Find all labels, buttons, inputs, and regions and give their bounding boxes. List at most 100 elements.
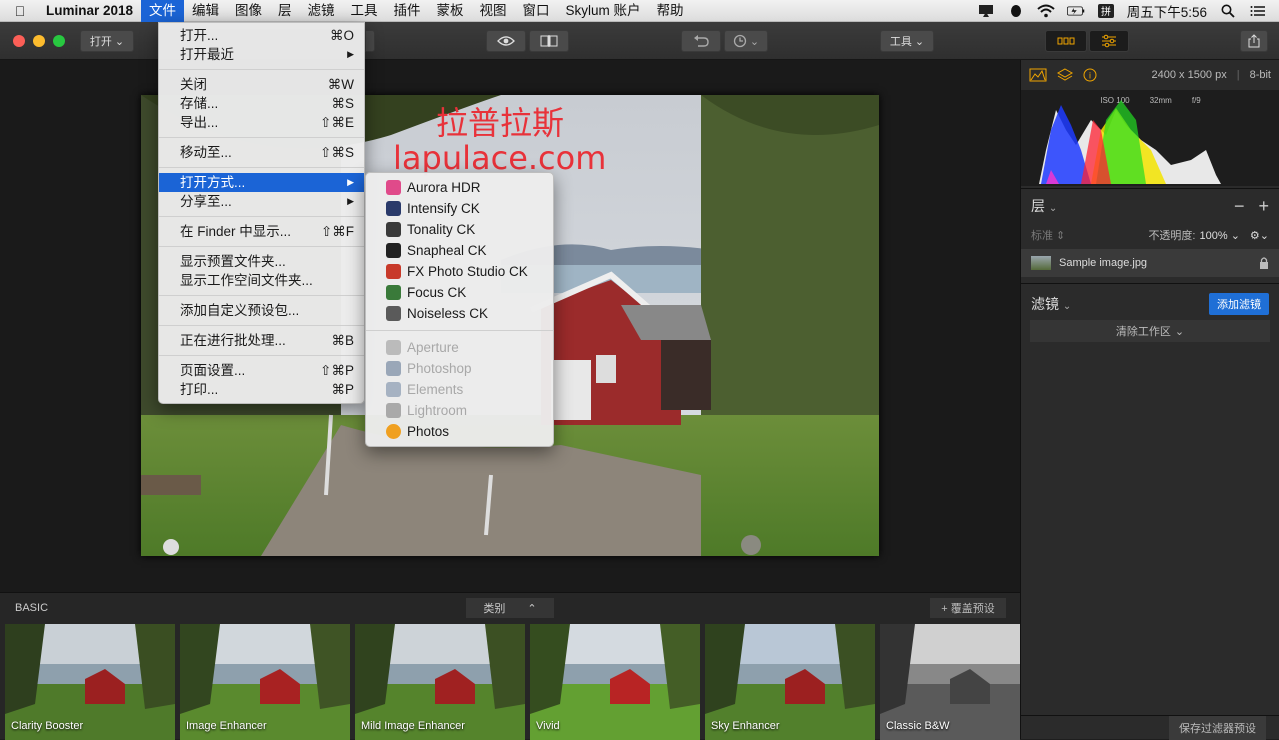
zoom-window-button[interactable] [53,35,65,47]
menu-window[interactable]: 窗口 [515,0,558,22]
minimize-window-button[interactable] [33,35,45,47]
menu-separator [159,69,364,70]
clock[interactable]: 周五下午5:56 [1127,1,1207,21]
battery-icon[interactable] [1066,4,1085,18]
menu-separator [159,216,364,217]
open-with-photoshop: Photoshop [366,358,553,379]
open-with-intensify[interactable]: Intensify CK [366,198,553,219]
open-with-photos[interactable]: Photos [366,421,553,442]
layers-title-button[interactable]: 层 ⌄ [1031,196,1057,216]
menu-item-share-to[interactable]: 分享至... ▶ [159,192,364,211]
filters-title-button[interactable]: 滤镜 ⌄ [1031,294,1071,314]
chevron-down-icon: ⌄ [114,35,125,48]
preset-thumbnail[interactable]: Mild Image Enhancer [355,624,525,740]
open-with-tonality[interactable]: Tonality CK [366,219,553,240]
bit-depth: 8-bit [1249,69,1271,81]
menu-mask[interactable]: 蒙板 [429,0,472,22]
menu-item-label: 导出... [180,115,219,130]
menu-item-label: 存储... [180,96,219,111]
notification-center-icon[interactable] [1249,4,1267,18]
menu-item-add-preset-pack[interactable]: 添加自定义预设包... [159,301,364,320]
menu-item-label: 页面设置... [180,363,246,378]
menu-item-open-recent[interactable]: 打开最近 ▶ [159,45,364,64]
menu-item-export[interactable]: 导出... ⇧⌘E [159,113,364,132]
menu-edit[interactable]: 编辑 [184,0,227,22]
svg-text:i: i [1089,71,1091,81]
add-layer-button[interactable]: + [1258,196,1269,217]
hidden-toolbar-button[interactable] [365,30,375,52]
shortcut-label: ⌘O [329,28,354,43]
overwrite-preset-button[interactable]: + 覆盖预设 [930,598,1006,618]
preset-label: Mild Image Enhancer [361,720,465,732]
menu-item-open-with[interactable]: 打开方式... ▶ [159,173,364,192]
menu-item-show-workspace-folder[interactable]: 显示工作空间文件夹... [159,271,364,290]
presets-panel-toggle[interactable] [1045,30,1087,52]
layer-item[interactable]: Sample image.jpg [1021,249,1279,277]
open-with-aurora-hdr[interactable]: Aurora HDR [366,177,553,198]
menu-item-show-presets-folder[interactable]: 显示预置文件夹... [159,252,364,271]
undo-button[interactable] [681,30,721,52]
menu-plugins[interactable]: 插件 [386,0,429,22]
preset-thumbnail[interactable]: Clarity Booster [5,624,175,740]
preset-thumbnail[interactable]: Vivid [530,624,700,740]
menu-tools[interactable]: 工具 [343,0,386,22]
open-with-focus[interactable]: Focus CK [366,282,553,303]
open-with-noiseless[interactable]: Noiseless CK [366,303,553,324]
menu-item-show-in-finder[interactable]: 在 Finder 中显示... ⇧⌘F [159,222,364,241]
clear-workspace-button[interactable]: 清除工作区 ⌄ [1030,320,1270,342]
remove-layer-button[interactable]: − [1234,196,1245,217]
compare-button[interactable] [529,30,569,52]
menu-item-save[interactable]: 存储... ⌘S [159,94,364,113]
category-dropdown[interactable]: 类别 ⌃ [466,598,554,618]
menu-image[interactable]: 图像 [227,0,270,22]
menu-layer[interactable]: 层 [270,0,300,22]
preview-toggle-button[interactable] [486,30,526,52]
menu-view[interactable]: 视图 [472,0,515,22]
layers-icon[interactable] [1057,68,1073,82]
app-label: FX Photo Studio CK [407,264,528,279]
menu-item-move-to[interactable]: 移动至... ⇧⌘S [159,143,364,162]
input-method-icon[interactable]: 拼 [1097,3,1115,18]
menu-file[interactable]: 文件 [141,0,185,22]
chevron-up-icon: ⌃ [527,602,537,615]
opacity-select[interactable]: 100% ⌄ [1200,229,1240,242]
save-filter-preset-button[interactable]: 保存过滤器预设 [1169,715,1266,740]
submenu-arrow-icon: ▶ [347,177,354,187]
app-menu[interactable]: Luminar 2018 [40,0,141,22]
gear-icon[interactable]: ⚙⌄ [1250,229,1269,242]
wifi-icon[interactable] [1037,4,1055,18]
menu-help[interactable]: 帮助 [649,0,692,22]
open-with-fx-photo-studio[interactable]: FX Photo Studio CK [366,261,553,282]
close-window-button[interactable] [13,35,25,47]
open-button[interactable]: 打开 ⌄ [80,30,134,52]
menu-item-batch[interactable]: 正在进行批处理... ⌘B [159,331,364,350]
menu-item-label: 打开方式... [180,175,246,190]
menu-separator [159,355,364,356]
menu-filter[interactable]: 滤镜 [300,0,343,22]
menu-item-page-setup[interactable]: 页面设置... ⇧⌘P [159,361,364,380]
adjustments-panel-toggle[interactable] [1089,30,1129,52]
info-icon[interactable]: i [1083,68,1097,82]
preset-thumbnail[interactable]: Sky Enhancer [705,624,875,740]
spotlight-search-icon[interactable] [1219,4,1237,18]
preset-thumbnail[interactable]: Image Enhancer [180,624,350,740]
airplay-icon[interactable] [977,4,995,18]
apple-icon[interactable]:  [0,3,40,19]
menu-account[interactable]: Skylum 账户 [558,0,649,22]
history-button[interactable]: ⌄ [724,30,768,52]
share-button[interactable] [1240,30,1268,52]
photoshop-icon [386,361,401,376]
layer-options-row: 标准 ⇕ 不透明度: 100% ⌄ ⚙⌄ [1021,223,1279,247]
histogram-icon[interactable] [1029,68,1047,82]
tools-button[interactable]: 工具 ⌄ [880,30,934,52]
blend-mode-select[interactable]: 标准 ⇕ [1031,227,1065,243]
open-with-snapheal[interactable]: Snapheal CK [366,240,553,261]
chevron-down-icon: ⌄ [749,35,760,48]
menu-item-print[interactable]: 打印... ⌘P [159,380,364,399]
menu-item-label: 显示工作空间文件夹... [180,273,313,288]
menu-item-close[interactable]: 关闭 ⌘W [159,75,364,94]
preset-thumbnail[interactable]: Classic B&W [880,624,1020,740]
qq-icon[interactable] [1007,4,1025,18]
menu-item-open[interactable]: 打开... ⌘O [159,26,364,45]
add-filter-button[interactable]: 添加滤镜 [1209,293,1269,315]
